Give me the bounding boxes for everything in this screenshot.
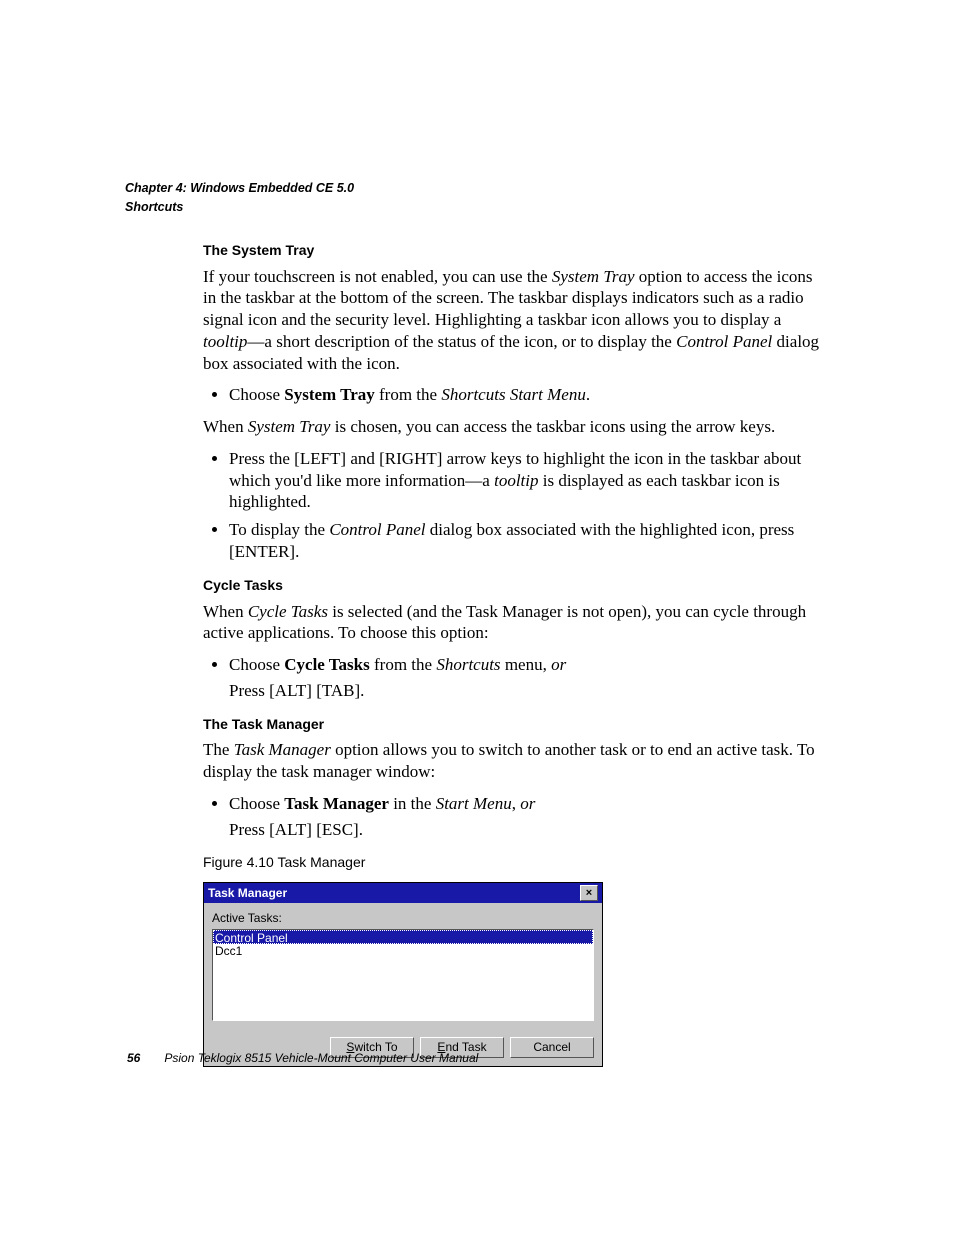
header-chapter: Chapter 4: Windows Embedded CE 5.0: [125, 180, 829, 197]
task-manager-dialog: Task Manager × Active Tasks: Control Pan…: [203, 882, 603, 1067]
page-number: 56: [127, 1051, 140, 1065]
dialog-title-text: Task Manager: [208, 886, 287, 901]
body-content: The System Tray If your touchscreen is n…: [203, 242, 829, 1067]
list-item[interactable]: Dcc1: [213, 944, 593, 958]
close-icon[interactable]: ×: [580, 885, 598, 901]
list-item: Choose System Tray from the Shortcuts St…: [229, 384, 829, 406]
dialog-body: Active Tasks: Control Panel Dcc1: [204, 903, 602, 1028]
list-item: Choose Task Manager in the Start Menu, o…: [229, 793, 829, 841]
list-item: Press the [LEFT] and [RIGHT] arrow keys …: [229, 448, 829, 513]
dialog-titlebar[interactable]: Task Manager ×: [204, 883, 602, 903]
active-tasks-label: Active Tasks:: [212, 911, 594, 926]
figure-caption: Figure 4.10 Task Manager: [203, 854, 829, 872]
list-task-manager: Choose Task Manager in the Start Menu, o…: [203, 793, 829, 841]
para-system-tray-1: If your touchscreen is not enabled, you …: [203, 266, 829, 375]
list-system-tray-2: Press the [LEFT] and [RIGHT] arrow keys …: [203, 448, 829, 563]
heading-system-tray: The System Tray: [203, 242, 829, 260]
active-tasks-list[interactable]: Control Panel Dcc1: [212, 929, 594, 1021]
list-item: To display the Control Panel dialog box …: [229, 519, 829, 563]
list-cycle-tasks: Choose Cycle Tasks from the Shortcuts me…: [203, 654, 829, 702]
list-item: Choose Cycle Tasks from the Shortcuts me…: [229, 654, 829, 702]
list-system-tray-1: Choose System Tray from the Shortcuts St…: [203, 384, 829, 406]
page-footer: 56 Psion Teklogix 8515 Vehicle-Mount Comp…: [127, 1051, 478, 1065]
page-content: Chapter 4: Windows Embedded CE 5.0 Short…: [0, 0, 954, 1067]
heading-cycle-tasks: Cycle Tasks: [203, 577, 829, 595]
footer-text: Psion Teklogix 8515 Vehicle-Mount Comput…: [164, 1051, 478, 1065]
para-cycle-tasks-1: When Cycle Tasks is selected (and the Ta…: [203, 601, 829, 645]
para-task-manager-1: The Task Manager option allows you to sw…: [203, 739, 829, 783]
heading-task-manager: The Task Manager: [203, 716, 829, 734]
header-section: Shortcuts: [125, 199, 829, 216]
para-system-tray-2: When System Tray is chosen, you can acce…: [203, 416, 829, 438]
cancel-button[interactable]: Cancel: [510, 1037, 594, 1058]
list-item[interactable]: Control Panel: [213, 930, 593, 944]
